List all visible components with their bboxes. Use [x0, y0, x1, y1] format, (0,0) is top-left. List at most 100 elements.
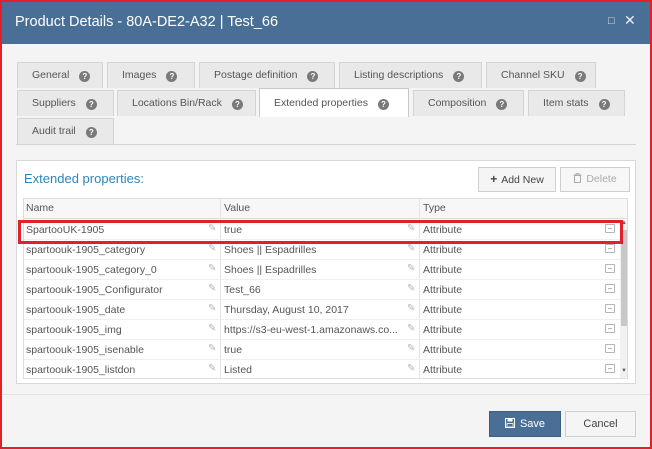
- edit-icon[interactable]: ✎: [208, 343, 216, 354]
- help-icon[interactable]: ?: [231, 99, 243, 110]
- cell-value[interactable]: Test_66: [224, 284, 402, 296]
- help-icon[interactable]: ?: [496, 99, 508, 110]
- tab-label: Composition: [428, 97, 487, 109]
- cell-value[interactable]: Shoes || Espadrilles: [224, 244, 402, 256]
- cell-type[interactable]: Attribute: [423, 284, 573, 296]
- help-icon[interactable]: ?: [574, 71, 586, 82]
- cell-type[interactable]: Attribute: [423, 324, 573, 336]
- edit-icon[interactable]: ✎: [208, 243, 216, 254]
- edit-icon[interactable]: ✎: [407, 323, 415, 334]
- cell-type[interactable]: Attribute: [423, 304, 573, 316]
- cell-name[interactable]: spartoouk-1905_category: [26, 244, 206, 256]
- column-header-value[interactable]: Value: [224, 202, 250, 214]
- tab-channel-sku[interactable]: Channel SKU?: [486, 62, 596, 88]
- add-new-label: Add New: [501, 174, 544, 186]
- dropdown-icon[interactable]: [605, 344, 615, 353]
- tab-general[interactable]: General?: [17, 62, 103, 88]
- edit-icon[interactable]: ✎: [208, 303, 216, 314]
- column-header-name[interactable]: Name: [26, 202, 54, 214]
- table-row[interactable]: spartoouk-1905_isenable ✎ true ✎ Attribu…: [24, 340, 620, 360]
- dropdown-icon[interactable]: [605, 304, 615, 313]
- tab-label: Listing descriptions: [354, 69, 444, 81]
- table-row[interactable]: spartoouk-1905_listdon ✎ Listed ✎ Attrib…: [24, 360, 620, 378]
- help-icon[interactable]: ?: [166, 71, 178, 82]
- close-icon[interactable]: ✕: [624, 12, 636, 29]
- edit-icon[interactable]: ✎: [407, 343, 415, 354]
- scroll-down-icon[interactable]: ▼: [620, 368, 627, 374]
- highlight-annotation: [18, 220, 623, 244]
- tab-images[interactable]: Images?: [107, 62, 195, 88]
- edit-icon[interactable]: ✎: [407, 263, 415, 274]
- tab-extended-properties[interactable]: Extended properties?: [259, 88, 409, 117]
- tab-divider: [16, 144, 636, 145]
- dropdown-icon[interactable]: [605, 324, 615, 333]
- tab-label: Images: [122, 69, 157, 81]
- cancel-label: Cancel: [583, 418, 618, 430]
- tab-locations-bin-rack[interactable]: Locations Bin/Rack?: [117, 90, 256, 116]
- tab-label: Locations Bin/Rack: [132, 97, 222, 109]
- table-row[interactable]: spartoouk-1905_category_0 ✎ Shoes || Esp…: [24, 260, 620, 280]
- tab-label: General: [32, 69, 70, 81]
- cell-type[interactable]: Attribute: [423, 364, 573, 376]
- scrollbar-thumb[interactable]: [621, 230, 627, 326]
- help-icon[interactable]: ?: [598, 99, 610, 110]
- table-row[interactable]: spartoouk-1905_date ✎ Thursday, August 1…: [24, 300, 620, 320]
- edit-icon[interactable]: ✎: [407, 363, 415, 374]
- tab-label: Channel SKU: [501, 69, 565, 81]
- delete-button[interactable]: Delete: [560, 167, 630, 192]
- add-new-button[interactable]: + Add New: [478, 167, 556, 192]
- help-icon[interactable]: ?: [307, 71, 319, 82]
- tab-audit-trail[interactable]: Audit trail?: [17, 118, 114, 144]
- cell-name[interactable]: spartoouk-1905_date: [26, 304, 206, 316]
- edit-icon[interactable]: ✎: [407, 303, 415, 314]
- tab-suppliers[interactable]: Suppliers?: [17, 90, 114, 116]
- edit-icon[interactable]: ✎: [208, 323, 216, 334]
- cell-value[interactable]: Shoes || Espadrilles: [224, 264, 402, 276]
- restore-icon[interactable]: □: [608, 15, 615, 27]
- cell-type[interactable]: Attribute: [423, 264, 573, 276]
- cell-value[interactable]: true: [224, 344, 402, 356]
- edit-icon[interactable]: ✎: [407, 243, 415, 254]
- tab-label: Suppliers: [32, 97, 76, 109]
- tab-item-stats[interactable]: Item stats?: [528, 90, 625, 116]
- tab-composition[interactable]: Composition?: [413, 90, 524, 116]
- cell-value[interactable]: Listed: [224, 364, 402, 376]
- cell-name[interactable]: spartoouk-1905_listdon: [26, 364, 206, 376]
- help-icon[interactable]: ?: [85, 127, 97, 138]
- edit-icon[interactable]: ✎: [208, 363, 216, 374]
- cell-type[interactable]: Attribute: [423, 244, 573, 256]
- edit-icon[interactable]: ✎: [407, 283, 415, 294]
- cell-name[interactable]: spartoouk-1905_img: [26, 324, 206, 336]
- dropdown-icon[interactable]: [605, 364, 615, 373]
- edit-icon[interactable]: ✎: [208, 283, 216, 294]
- tab-label: Extended properties: [274, 97, 368, 109]
- dropdown-icon[interactable]: [605, 244, 615, 253]
- column-header-type[interactable]: Type: [423, 202, 446, 214]
- dialog-title: Product Details - 80A-DE2-A32 | Test_66: [15, 14, 279, 30]
- cell-value[interactable]: https://s3-eu-west-1.amazonaws.co...: [224, 324, 402, 336]
- dialog-footer: Save Cancel: [2, 394, 650, 447]
- tab-listing-descriptions[interactable]: Listing descriptions?: [339, 62, 482, 88]
- cell-name[interactable]: spartoouk-1905_isenable: [26, 344, 206, 356]
- plus-icon: +: [490, 172, 498, 186]
- help-icon[interactable]: ?: [377, 99, 389, 110]
- tab-postage-definition[interactable]: Postage definition?: [199, 62, 335, 88]
- dropdown-icon[interactable]: [605, 284, 615, 293]
- table-row[interactable]: spartoouk-1905_Configurator ✎ Test_66 ✎ …: [24, 280, 620, 300]
- cell-type[interactable]: Attribute: [423, 344, 573, 356]
- cell-value[interactable]: Thursday, August 10, 2017: [224, 304, 402, 316]
- tab-label: Audit trail: [32, 125, 76, 137]
- table-row[interactable]: spartoouk-1905_img ✎ https://s3-eu-west-…: [24, 320, 620, 340]
- panel-title: Extended properties:: [24, 171, 144, 186]
- help-icon[interactable]: ?: [453, 71, 465, 82]
- tab-label: Item stats: [543, 97, 589, 109]
- help-icon[interactable]: ?: [85, 99, 97, 110]
- cancel-button[interactable]: Cancel: [565, 411, 636, 437]
- cell-name[interactable]: spartoouk-1905_Configurator: [26, 284, 206, 296]
- dropdown-icon[interactable]: [605, 264, 615, 273]
- save-button[interactable]: Save: [489, 411, 561, 437]
- cell-name[interactable]: spartoouk-1905_category_0: [26, 264, 206, 276]
- edit-icon[interactable]: ✎: [208, 263, 216, 274]
- help-icon[interactable]: ?: [79, 71, 91, 82]
- save-label: Save: [519, 418, 546, 430]
